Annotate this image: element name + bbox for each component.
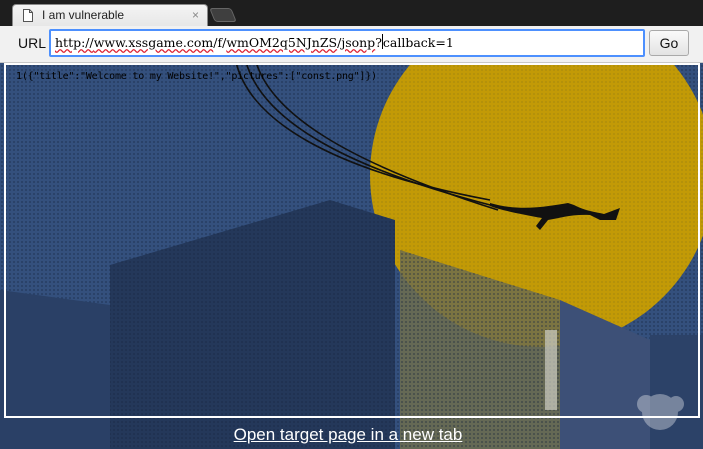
url-input[interactable]: http://www.xssgame.com/f/wmOM2q5NJnZS/js… (49, 29, 645, 57)
file-icon (23, 9, 33, 22)
close-icon[interactable]: × (192, 8, 199, 22)
url-scheme: http:// (55, 35, 94, 50)
tab-title: I am vulnerable (42, 8, 125, 22)
url-path-id: wmOM2q5NJnZS (226, 35, 338, 50)
new-tab-button[interactable] (209, 8, 237, 22)
page-frame: 1({"title":"Welcome to my Website!","pic… (4, 63, 700, 418)
jsonp-response-text: 1({"title":"Welcome to my Website!","pic… (16, 71, 377, 82)
browser-tab[interactable]: I am vulnerable × (12, 4, 208, 26)
tab-strip: I am vulnerable × (0, 0, 703, 26)
url-label: URL (18, 35, 47, 51)
url-host: www.xssgame.com (93, 35, 214, 50)
open-target-link[interactable]: Open target page in a new tab (0, 425, 696, 445)
url-query: callback=1 (382, 35, 454, 50)
go-button[interactable]: Go (649, 30, 689, 56)
url-query-start: ? (375, 35, 382, 50)
url-path-separator: /f/ (213, 35, 227, 50)
url-endpoint: jsonp (341, 35, 376, 50)
toolbar: URL http://www.xssgame.com/f/wmOM2q5NJnZ… (0, 26, 703, 63)
